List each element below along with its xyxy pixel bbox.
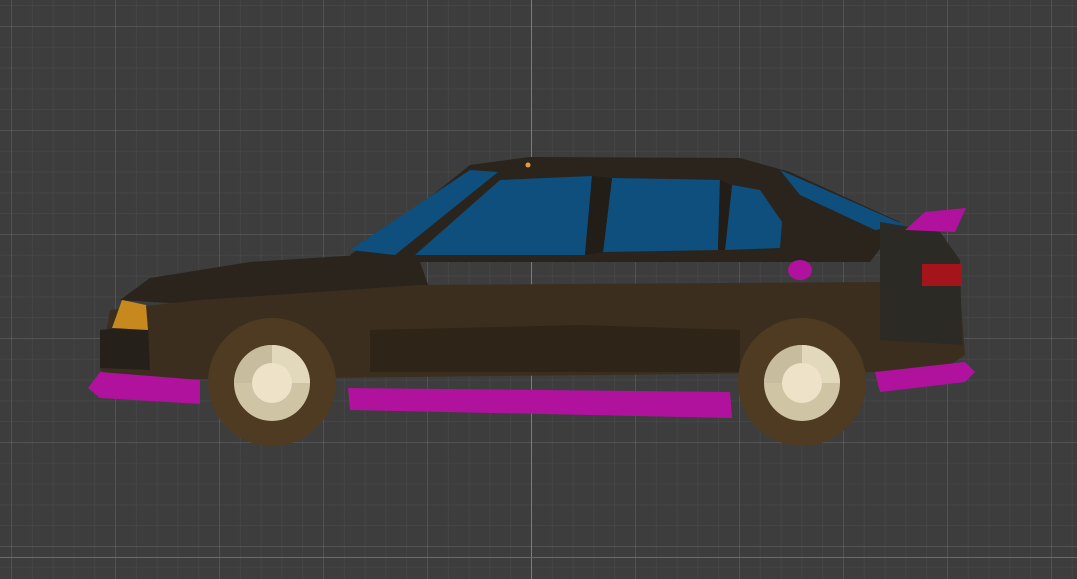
rear-side-window — [603, 178, 720, 252]
rear-spoiler — [905, 208, 966, 232]
side-skirt — [348, 388, 732, 418]
3d-viewport[interactable] — [0, 0, 1077, 579]
door-lower-panel — [370, 325, 740, 372]
car-model[interactable] — [0, 0, 1077, 579]
origin-marker[interactable] — [525, 162, 531, 168]
headlight — [112, 300, 148, 330]
front-bumper — [100, 325, 150, 370]
rear-wheel — [738, 318, 866, 446]
front-wheel — [208, 318, 336, 446]
taillight — [922, 264, 962, 286]
fuel-cap — [788, 260, 812, 280]
